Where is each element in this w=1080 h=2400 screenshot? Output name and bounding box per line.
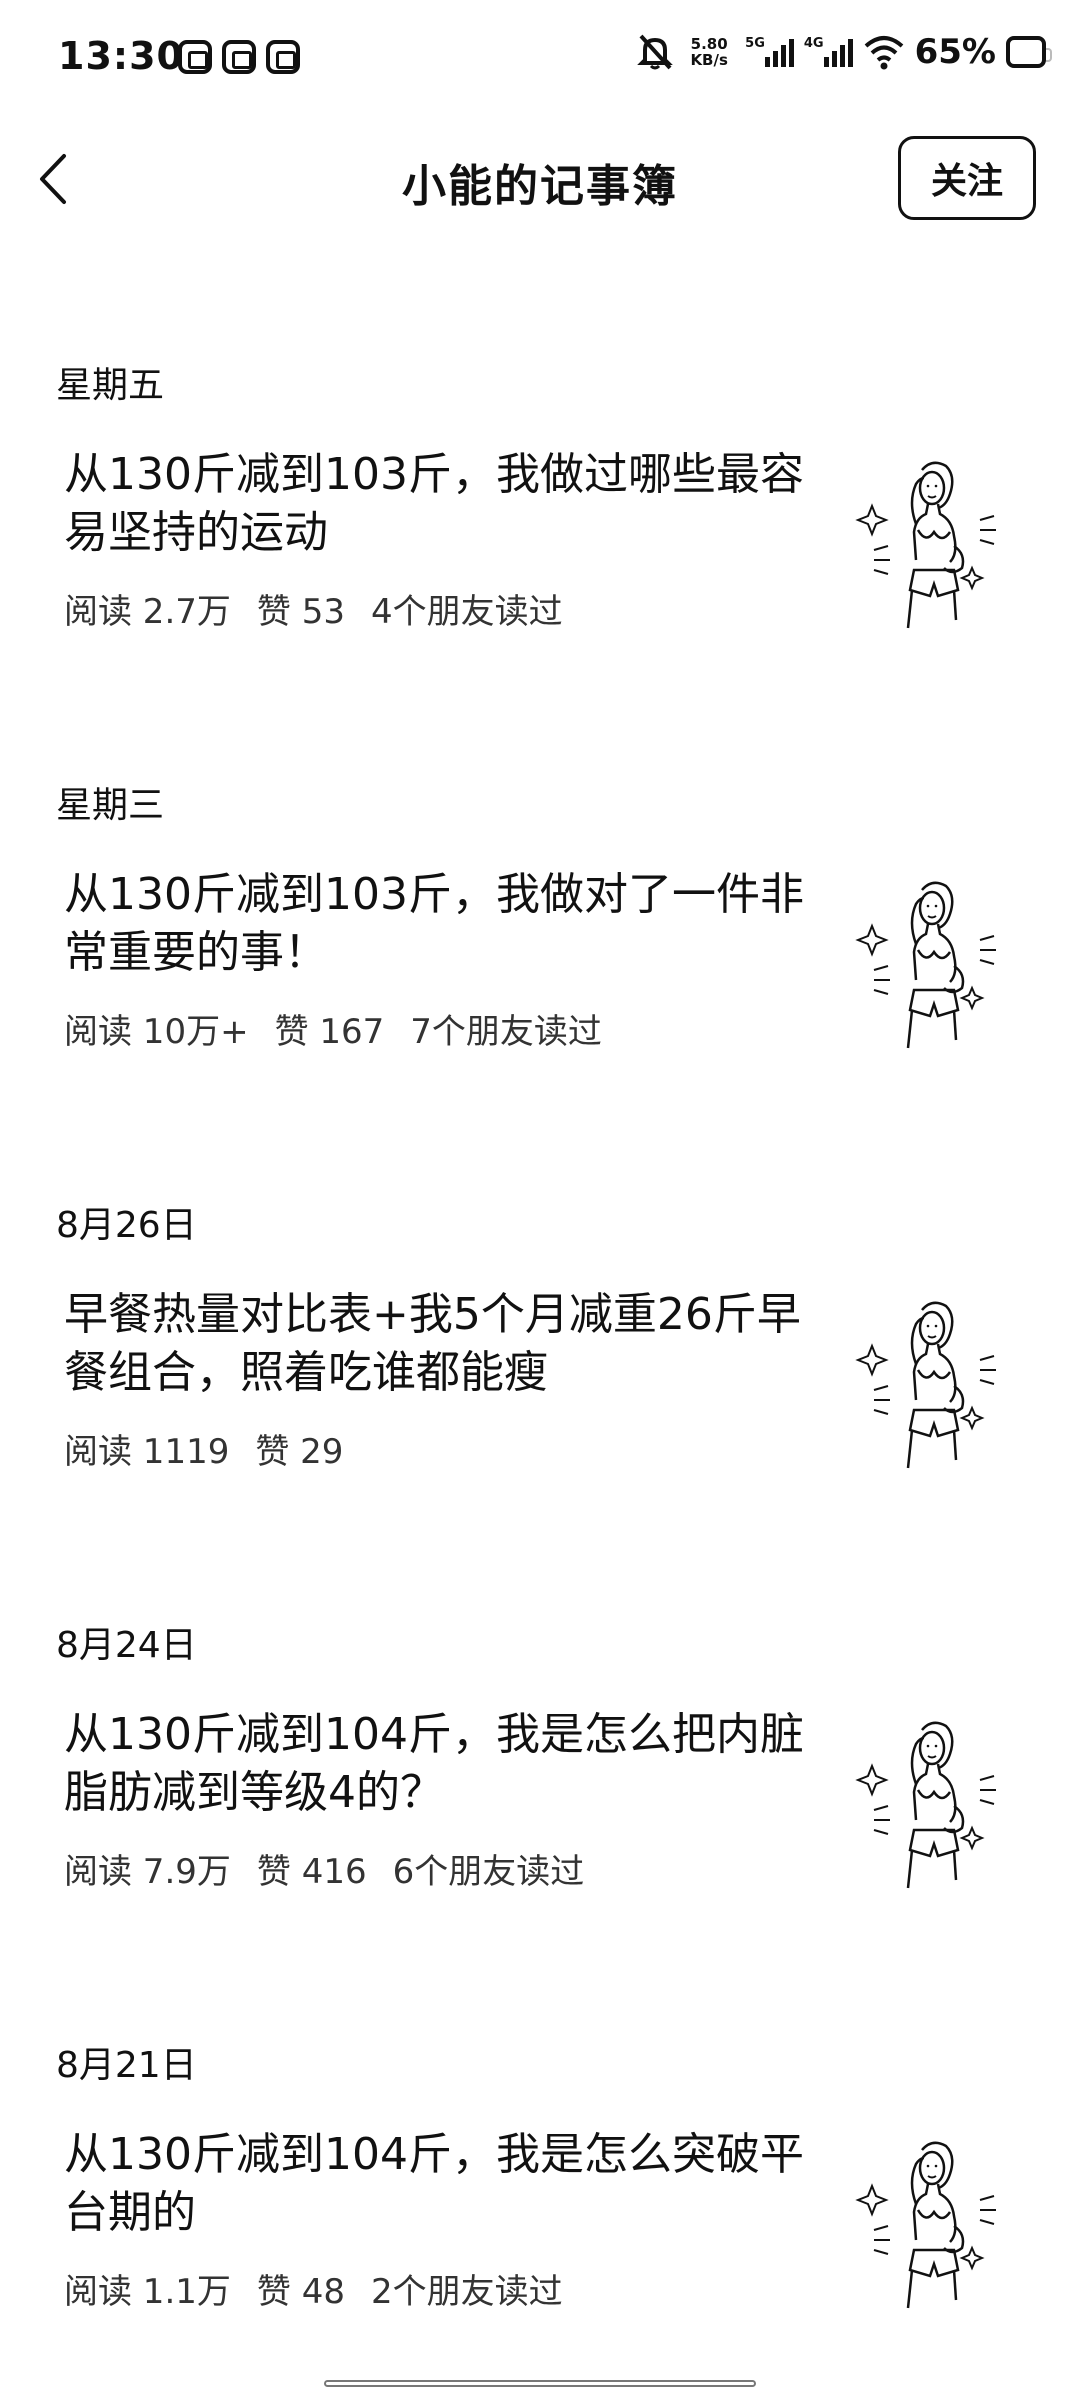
article-title: 从130斤减到103斤，我做过哪些最容易坚持的运动 xyxy=(64,449,804,558)
friends-read: 6个朋友读过 xyxy=(392,1852,585,1892)
status-indicators: 5.80 KB/s 5G 4G 65% xyxy=(637,32,1052,72)
app-notification-icon xyxy=(222,40,256,74)
speed-value: 5.80 xyxy=(690,35,728,53)
article-thumbnail xyxy=(856,2141,998,2310)
article-stats: 阅读 1.1万赞 48 2个朋友读过 xyxy=(64,2264,589,2313)
like-count: 赞 53 xyxy=(256,592,345,632)
battery-percent: 65% xyxy=(914,32,996,72)
app-notification-icon xyxy=(266,40,300,74)
read-count: 阅读 7.9万 xyxy=(64,1852,231,1892)
article-title: 从130斤减到103斤，我做对了一件非常重要的事！ xyxy=(64,869,804,978)
friends-read: 2个朋友读过 xyxy=(370,2272,563,2312)
article-stats: 阅读 7.9万赞 416 6个朋友读过 xyxy=(64,1844,610,1893)
date-label: 8月21日 xyxy=(56,2045,197,2086)
article-card[interactable]: 从130斤减到104斤，我是怎么突破平台期的 阅读 1.1万赞 48 2个朋友读过 xyxy=(64,2126,1024,2326)
like-count: 赞 29 xyxy=(255,1432,344,1472)
article-card[interactable]: 从130斤减到104斤，我是怎么把内脏脂肪减到等级4的？ 阅读 7.9万赞 41… xyxy=(64,1706,1024,1906)
status-bar: 13:30 5.80 KB/s 5G 4G 65% xyxy=(0,0,1080,120)
battery-icon xyxy=(1006,36,1052,68)
article-thumbnail xyxy=(856,1301,998,1470)
date-label: 星期三 xyxy=(56,785,165,826)
top-bar: 小能的记事簿 关注 xyxy=(0,120,1080,240)
friends-read: 4个朋友读过 xyxy=(370,592,563,632)
wifi-icon xyxy=(864,36,903,70)
signal-bars-icon xyxy=(823,37,853,67)
read-count: 阅读 1.1万 xyxy=(64,2272,231,2312)
article-stats: 阅读 2.7万赞 53 4个朋友读过 xyxy=(64,584,589,633)
article-title: 从130斤减到104斤，我是怎么突破平台期的 xyxy=(64,2129,804,2238)
mute-bell-icon xyxy=(637,34,674,70)
home-indicator[interactable] xyxy=(324,2380,756,2387)
article-thumbnail xyxy=(856,461,998,630)
network-speed: 5.80 KB/s xyxy=(683,36,735,68)
article-title: 从130斤减到104斤，我是怎么把内脏脂肪减到等级4的？ xyxy=(64,1709,804,1818)
read-count: 阅读 2.7万 xyxy=(64,592,231,632)
article-stats: 阅读 1119 赞 29 xyxy=(64,1424,395,1473)
app-notification-icon xyxy=(178,40,212,74)
notification-icons xyxy=(178,40,300,74)
speed-unit: KB/s xyxy=(690,51,728,69)
friends-read: 7个朋友读过 xyxy=(410,1012,602,1052)
like-count: 赞 48 xyxy=(256,2272,345,2312)
article-card[interactable]: 早餐热量对比表+我5个月减重26斤早餐组合，照着吃谁都能瘦 阅读 1119 赞 2… xyxy=(64,1286,1024,1486)
date-label: 8月24日 xyxy=(56,1625,197,1666)
signal-5g: 5G xyxy=(745,37,794,67)
like-count: 赞 416 xyxy=(256,1852,367,1892)
date-label: 星期五 xyxy=(56,365,165,406)
article-stats: 阅读 10万+ 赞 167 7个朋友读过 xyxy=(64,1004,628,1053)
net-4g-label: 4G xyxy=(803,36,824,51)
article-thumbnail xyxy=(856,881,998,1050)
article-card[interactable]: 从130斤减到103斤，我做过哪些最容易坚持的运动 阅读 2.7万赞 53 4个朋… xyxy=(64,446,1024,646)
net-5g-label: 5G xyxy=(745,36,765,51)
signal-bars-icon xyxy=(764,37,794,67)
follow-button[interactable]: 关注 xyxy=(898,136,1036,220)
date-label: 8月26日 xyxy=(56,1205,197,1246)
status-time: 13:30 xyxy=(58,34,184,78)
article-card[interactable]: 从130斤减到103斤，我做对了一件非常重要的事！ 阅读 10万+ 赞 167 7个… xyxy=(64,866,1024,1066)
article-thumbnail xyxy=(856,1721,998,1890)
read-count: 阅读 1119 xyxy=(64,1432,230,1472)
like-count: 赞 167 xyxy=(274,1012,385,1052)
signal-4g: 4G xyxy=(804,37,853,67)
read-count: 阅读 10万+ xyxy=(64,1012,249,1052)
article-title: 早餐热量对比表+我5个月减重26斤早餐组合，照着吃谁都能瘦 xyxy=(64,1289,801,1398)
